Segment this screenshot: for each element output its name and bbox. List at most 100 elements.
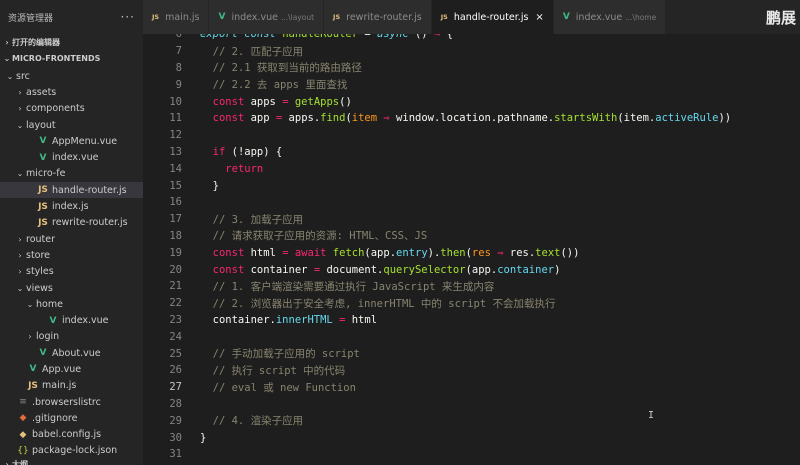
tree-file[interactable]: Vindex.vue — [0, 312, 143, 328]
tree-folder[interactable]: ⌄ src — [0, 68, 143, 84]
chevron-right-icon: › — [5, 459, 9, 465]
tree-file[interactable]: JS rewrite-router.js — [0, 215, 143, 231]
tree-folder[interactable]: › router — [0, 231, 143, 247]
code-token: container — [250, 263, 314, 276]
js-file-icon: JS — [38, 185, 48, 196]
tab-label: handle-router.js — [453, 11, 529, 23]
code-token: const — [212, 263, 251, 276]
tree-folder[interactable]: ⌄ home — [0, 296, 143, 312]
editor-tab[interactable]: Vindex.vue ...\layout — [209, 0, 325, 34]
tree-file[interactable]: JS index.js — [0, 198, 143, 214]
tree-item-label: package-lock.json — [32, 445, 118, 457]
code-line: 16 — [143, 194, 800, 211]
tree-folder[interactable]: › store — [0, 247, 143, 263]
chevron-right-icon: › — [5, 37, 9, 47]
outline-section[interactable]: › 大纲 — [0, 456, 28, 465]
chevron-right-icon: › — [18, 87, 22, 97]
tree-file[interactable]: V App.vue — [0, 361, 143, 377]
code-line: 14 return — [143, 160, 800, 177]
open-editors-section[interactable]: › 打开的编辑器 — [0, 34, 143, 50]
editor-tab[interactable]: Vindex.vue ...\home — [553, 0, 667, 34]
tree-file[interactable]: JS main.js — [0, 378, 143, 394]
tree-folder[interactable]: ⌄ micro-fe — [0, 166, 143, 182]
editor-tab[interactable]: JS handle-router.js × — [431, 0, 554, 34]
editor-tab[interactable]: JS rewrite-router.js — [324, 0, 432, 34]
code-token: ) — [554, 263, 561, 276]
code-token: // eval 或 new Function — [200, 381, 356, 394]
editor-tab[interactable]: JS main.js — [143, 0, 210, 34]
vue-file-icon: V — [39, 348, 47, 359]
code-token: // 4. 渲染子应用 — [200, 415, 304, 428]
text-cursor-icon: I — [648, 410, 655, 421]
code-text: // 2. 匹配子应用 — [182, 44, 303, 59]
code-token: activeRule — [655, 112, 719, 125]
code-token: const — [212, 246, 251, 259]
tree-file[interactable]: Vindex.vue — [0, 149, 143, 165]
code-token: app — [250, 112, 276, 125]
code-token: app. — [370, 246, 397, 259]
tree-folder[interactable]: ⌄ layout — [0, 117, 143, 133]
tree-item-label: micro-fe — [26, 168, 66, 180]
tree-folder[interactable]: › assets — [0, 84, 143, 100]
tree-file[interactable]: V About.vue — [0, 345, 143, 361]
code-editor[interactable]: 6 export const handleRouter = async () ⇒ … — [143, 34, 800, 465]
code-line: 25 // 手动加载子应用的 script — [143, 345, 800, 362]
js-file-icon: JS — [38, 217, 48, 228]
code-line: 15 } — [143, 177, 800, 194]
close-icon[interactable]: × — [535, 12, 543, 23]
tab-label: index.vue — [231, 11, 278, 23]
chevron-right-icon: › — [18, 234, 22, 244]
code-token: = — [332, 313, 352, 326]
code-line: 13 if (!app) { — [143, 144, 800, 161]
code-token: // 2.1 获取到当前的路由路径 — [200, 62, 362, 75]
code-text: const app = apps.find(item ⇒ window.loca… — [182, 112, 731, 124]
code-token: then — [440, 246, 466, 259]
code-token: = — [358, 34, 378, 41]
line-number: 24 — [169, 330, 182, 343]
vue-file-icon: V — [39, 136, 47, 147]
line-number: 8 — [175, 61, 182, 74]
project-section[interactable]: ⌄ MICRO-FRONTENDS — [0, 50, 143, 66]
line-number: 9 — [175, 78, 182, 91]
json-file-icon: {} — [17, 445, 29, 456]
code-text: const apps = getApps() — [182, 96, 352, 108]
code-text: } — [182, 432, 206, 444]
code-token: app — [244, 145, 264, 158]
code-token: const — [212, 112, 251, 125]
line-number: 26 — [169, 364, 182, 377]
tree-file[interactable]: ≡ .browserslistrc — [0, 394, 143, 410]
chevron-right-icon: › — [18, 250, 22, 260]
tree-folder[interactable]: › styles — [0, 264, 143, 280]
tree-item-label: babel.config.js — [32, 429, 102, 441]
code-line: 22 // 2. 浏览器出于安全考虑, innerHTML 中的 script … — [143, 295, 800, 312]
code-text: // 2.2 去 apps 里面查找 — [182, 77, 348, 92]
tab-path-hint: ...\layout — [280, 12, 315, 22]
tree-file[interactable]: V AppMenu.vue — [0, 133, 143, 149]
tree-item-label: home — [36, 298, 63, 310]
chevron-down-icon: ⌄ — [16, 120, 24, 130]
tree-file[interactable]: ◆ babel.config.js — [0, 427, 143, 443]
code-token: // 执行 script 中的代码 — [200, 364, 346, 377]
tree-folder[interactable]: › components — [0, 101, 143, 117]
tree-folder[interactable]: › login — [0, 329, 143, 345]
tree-folder[interactable]: ⌄ views — [0, 280, 143, 296]
more-actions-icon[interactable]: ··· — [121, 10, 135, 24]
git-file-icon: ◆ — [19, 413, 27, 424]
code-token: container — [497, 263, 555, 276]
code-token: // 2. 匹配子应用 — [200, 45, 304, 58]
code-text: // eval 或 new Function — [182, 380, 356, 395]
code-text: // 3. 加载子应用 — [182, 212, 303, 227]
tree-item-label: main.js — [42, 380, 77, 392]
code-token: ⇒ — [383, 112, 397, 125]
code-token: html — [250, 246, 283, 259]
tree-file[interactable]: JS handle-router.js — [0, 182, 143, 199]
js-file-icon: JS — [440, 13, 448, 21]
vue-file-icon: V — [39, 152, 47, 163]
code-token: ). — [427, 246, 441, 259]
code-line: 6 export const handleRouter = async () ⇒ … — [143, 34, 800, 43]
chevron-down-icon: ⌄ — [16, 283, 24, 293]
code-token: apps — [250, 95, 283, 108]
tree-file[interactable]: ◆ .gitignore — [0, 410, 143, 426]
tree-item-label: layout — [26, 119, 56, 131]
